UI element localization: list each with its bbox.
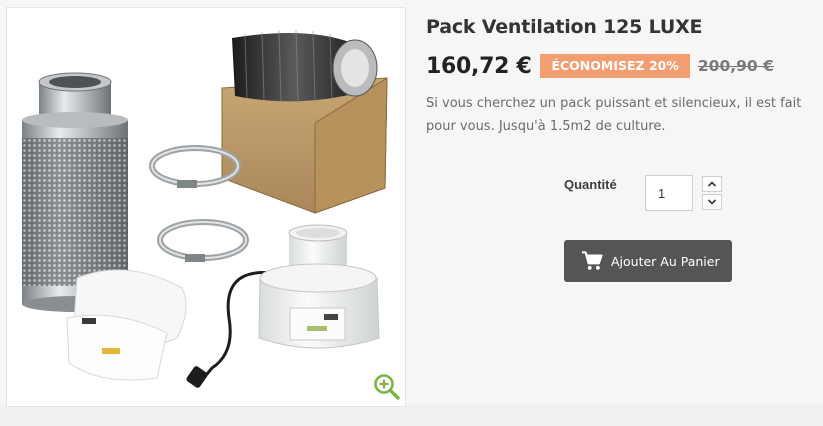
quantity-increase-button[interactable] [702,176,722,192]
product-description: Si vous cherchez un pack puissant et sil… [426,96,802,134]
product-title: Pack Ventilation 125 LUXE [426,16,703,38]
quantity-label: Quantité [564,177,617,192]
discount-badge: ÉCONOMISEZ 20% [540,54,690,78]
add-to-cart-label: Ajouter Au Panier [611,253,720,269]
product-image-card[interactable] [6,7,406,407]
zoom-in-icon[interactable] [372,372,402,402]
old-price: 200,90 € [697,57,774,75]
price-row: 160,72 € ÉCONOMISEZ 20% 200,90 € [426,51,774,81]
chevron-up-icon [707,181,717,187]
add-to-cart-button[interactable]: Ajouter Au Panier [564,240,732,282]
product-image [22,29,388,388]
chevron-down-icon [707,199,717,205]
current-price: 160,72 € [426,53,532,79]
product-info: Pack Ventilation 125 LUXE 160,72 € ÉCONO… [426,0,823,426]
quantity-decrease-button[interactable] [702,194,722,210]
cart-icon [582,251,603,270]
quantity-input[interactable] [645,175,693,211]
